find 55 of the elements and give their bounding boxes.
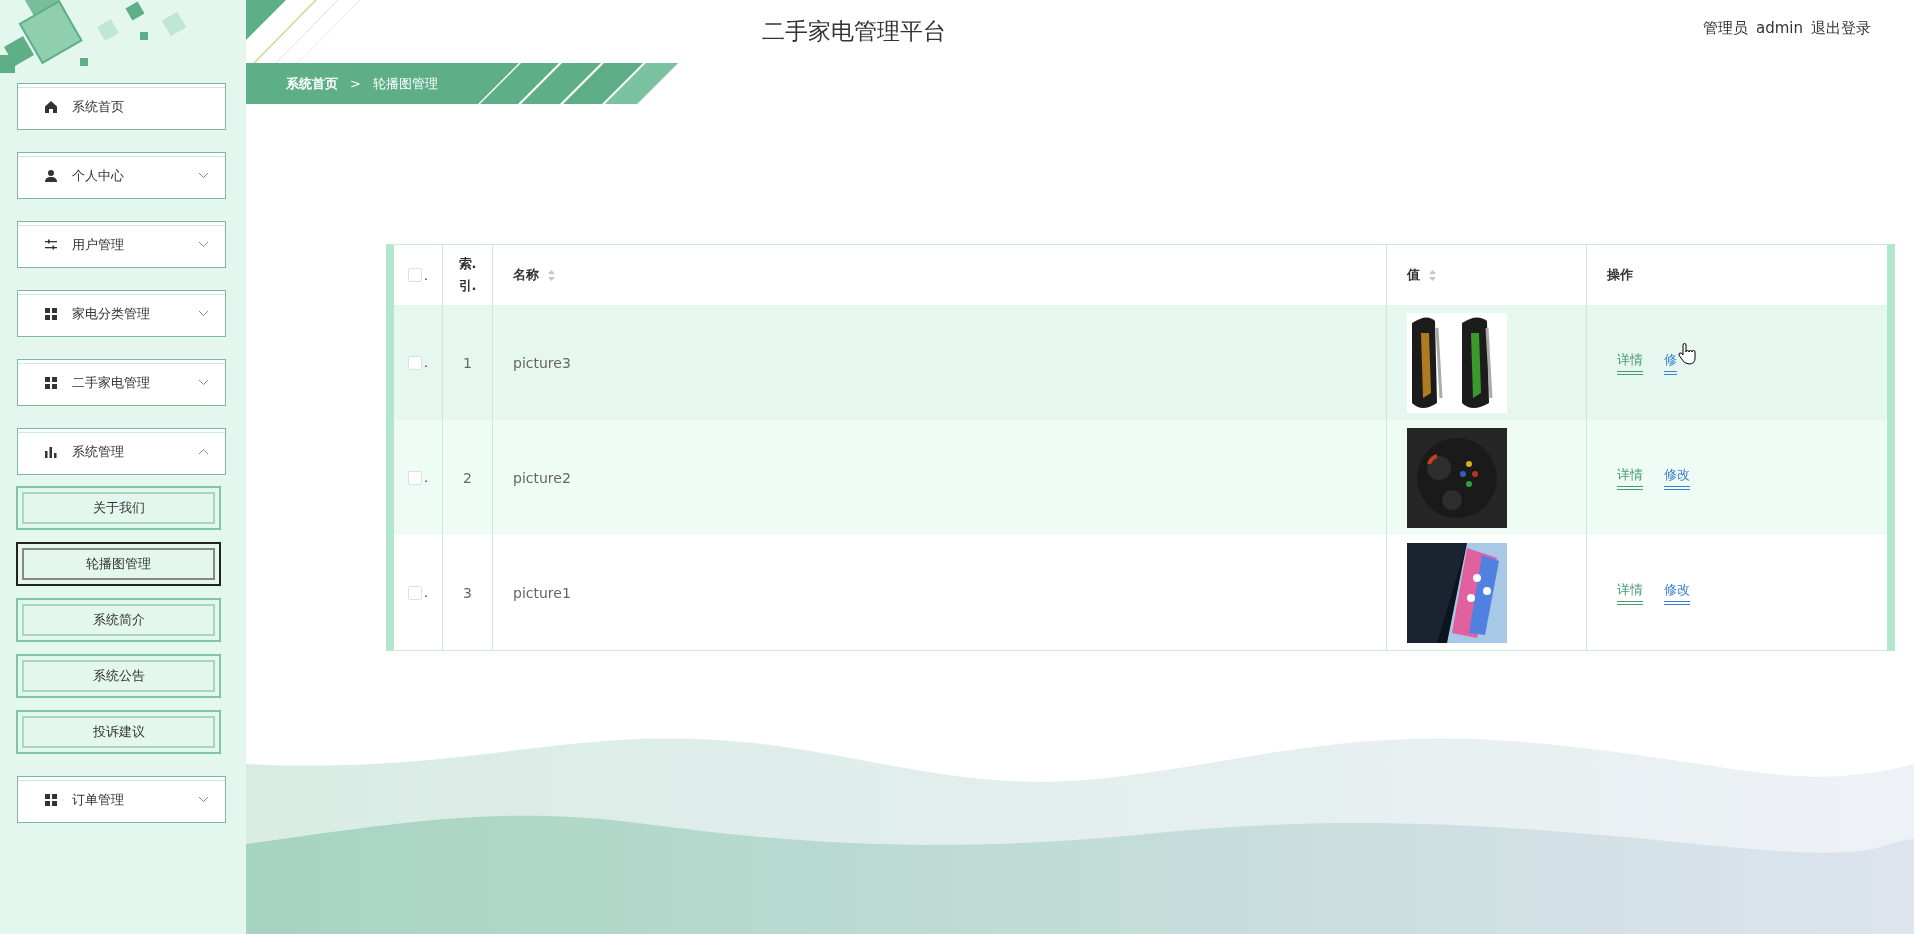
menu-item[interactable]: 订单管理 xyxy=(17,776,226,823)
table-cell: picture2 xyxy=(513,469,571,486)
username: admin xyxy=(1756,19,1803,38)
user-role: 管理员 xyxy=(1703,19,1748,38)
logout-link[interactable]: 退出登录 xyxy=(1811,19,1871,38)
edit-link[interactable]: 修 xyxy=(1664,350,1677,375)
checkbox[interactable] xyxy=(407,268,422,282)
chevron-down-icon xyxy=(198,241,209,248)
chevron-down-icon xyxy=(198,796,209,803)
home-icon xyxy=(44,99,58,114)
table-cell: 3 xyxy=(463,584,472,601)
dot-mark: . xyxy=(423,470,429,485)
grid-icon xyxy=(44,306,58,321)
chevron-up-icon xyxy=(198,448,209,455)
checkbox[interactable] xyxy=(407,355,422,370)
sort-icon[interactable] xyxy=(547,268,556,282)
edit-link[interactable]: 修改 xyxy=(1664,580,1690,605)
submenu-item[interactable]: 系统简介 xyxy=(16,598,221,642)
grid-icon xyxy=(44,375,58,390)
dot-mark: . xyxy=(423,355,429,370)
submenu-item[interactable]: 系统公告 xyxy=(16,654,221,698)
menu-item[interactable]: 家电分类管理 xyxy=(17,290,226,337)
sliders-icon xyxy=(44,237,58,252)
bar-chart-icon xyxy=(44,444,58,459)
menu-item[interactable]: 系统管理 xyxy=(17,428,226,475)
chevron-down-icon xyxy=(198,379,209,386)
dot-mark: . xyxy=(423,585,429,600)
menu-item[interactable]: 系统首页 xyxy=(17,83,226,130)
submenu-item[interactable]: 关于我们 xyxy=(16,486,221,530)
checkbox[interactable] xyxy=(407,470,422,485)
table-cell: picture1 xyxy=(513,584,571,601)
column-header: 名称 xyxy=(513,266,539,284)
menu-item[interactable]: 个人中心 xyxy=(17,152,226,199)
edit-link[interactable]: 修改 xyxy=(1664,465,1690,490)
menu-item[interactable]: 二手家电管理 xyxy=(17,359,226,406)
column-header: 值 xyxy=(1407,266,1420,284)
table-cell: 1 xyxy=(463,354,472,371)
table-cell: 2 xyxy=(463,469,472,486)
sort-icon[interactable] xyxy=(1428,268,1437,282)
page-title: 二手家电管理平台 xyxy=(762,17,946,46)
column-header: 操作 xyxy=(1607,266,1633,284)
detail-link[interactable]: 详情 xyxy=(1617,580,1643,605)
table-cell: picture3 xyxy=(513,354,571,371)
menu-item[interactable]: 用户管理 xyxy=(17,221,226,268)
chevron-down-icon xyxy=(198,310,209,317)
chevron-down-icon xyxy=(198,172,209,179)
user-icon xyxy=(44,168,58,183)
dot-mark: . xyxy=(423,267,429,283)
breadcrumb-separator: > xyxy=(350,76,361,91)
hand-cursor-icon xyxy=(1678,342,1696,365)
submenu-item[interactable]: 轮播图管理 xyxy=(16,542,221,586)
column-header: 索. 引. xyxy=(457,255,478,295)
grid-icon xyxy=(44,792,58,807)
checkbox[interactable] xyxy=(407,585,422,600)
submenu-item[interactable]: 投诉建议 xyxy=(16,710,221,754)
